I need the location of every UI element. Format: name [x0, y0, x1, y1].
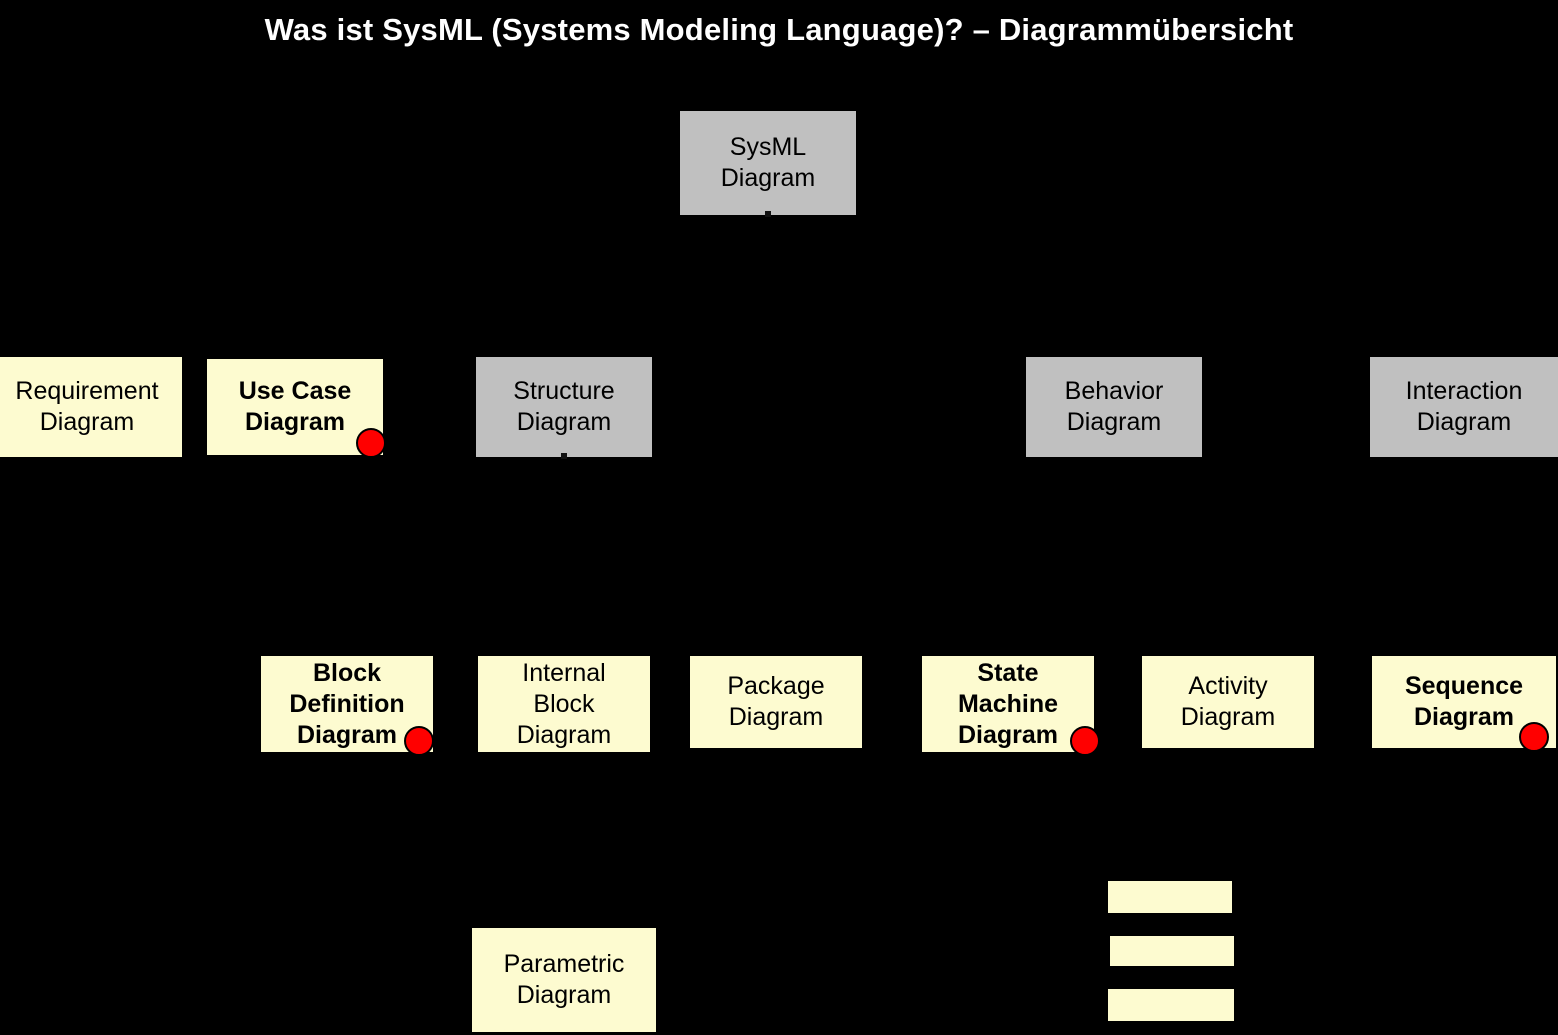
sysml-diagram-overview-slide: Was ist SysML (Systems Modeling Language…: [0, 0, 1558, 1035]
node-state-machine-diagram-label: State Machine Diagram: [957, 658, 1059, 749]
legend-swatch-3[interactable]: [1108, 989, 1234, 1021]
node-interaction-diagram[interactable]: Interaction Diagram: [1370, 357, 1558, 457]
node-internal-block-diagram-label: Internal Block Diagram: [516, 658, 612, 749]
legend-swatch-1[interactable]: [1108, 881, 1232, 913]
node-package-diagram[interactable]: Package Diagram: [688, 654, 864, 750]
node-interaction-diagram-label: Interaction Diagram: [1405, 377, 1523, 436]
marker-dot-block-definition-diagram: [404, 726, 434, 756]
node-sysml-diagram-label: SysML Diagram: [720, 133, 816, 192]
node-package-diagram-label: Package Diagram: [727, 672, 825, 731]
node-requirement-diagram-label: Requirement Diagram: [15, 377, 159, 436]
node-behavior-diagram-label: Behavior Diagram: [1064, 377, 1164, 436]
node-behavior-diagram[interactable]: Behavior Diagram: [1026, 357, 1202, 457]
marker-dot-sequence-diagram: [1519, 722, 1549, 752]
node-sequence-diagram-label: Sequence Diagram: [1404, 672, 1524, 731]
node-requirement-diagram[interactable]: Requirement Diagram: [0, 357, 182, 457]
node-block-definition-diagram-label: Block Definition Diagram: [289, 658, 405, 749]
legend-swatch-2[interactable]: [1110, 936, 1234, 966]
node-structure-diagram-label: Structure Diagram: [513, 377, 615, 436]
node-internal-block-diagram[interactable]: Internal Block Diagram: [476, 654, 652, 754]
page-title: Was ist SysML (Systems Modeling Language…: [264, 12, 1294, 47]
node-structure-diagram[interactable]: Structure Diagram: [476, 357, 652, 457]
marker-dot-use-case-diagram: [356, 428, 386, 458]
node-parametric-diagram-label: Parametric Diagram: [503, 950, 625, 1009]
marker-dot-state-machine-diagram: [1070, 726, 1100, 756]
node-parametric-diagram[interactable]: Parametric Diagram: [472, 928, 656, 1032]
node-sysml-diagram[interactable]: SysML Diagram: [680, 111, 856, 215]
node-use-case-diagram-label: Use Case Diagram: [238, 377, 352, 436]
structure-connector-stub: [561, 453, 567, 459]
node-activity-diagram[interactable]: Activity Diagram: [1140, 654, 1316, 750]
root-connector-stub: [765, 211, 771, 217]
node-activity-diagram-label: Activity Diagram: [1180, 672, 1276, 731]
